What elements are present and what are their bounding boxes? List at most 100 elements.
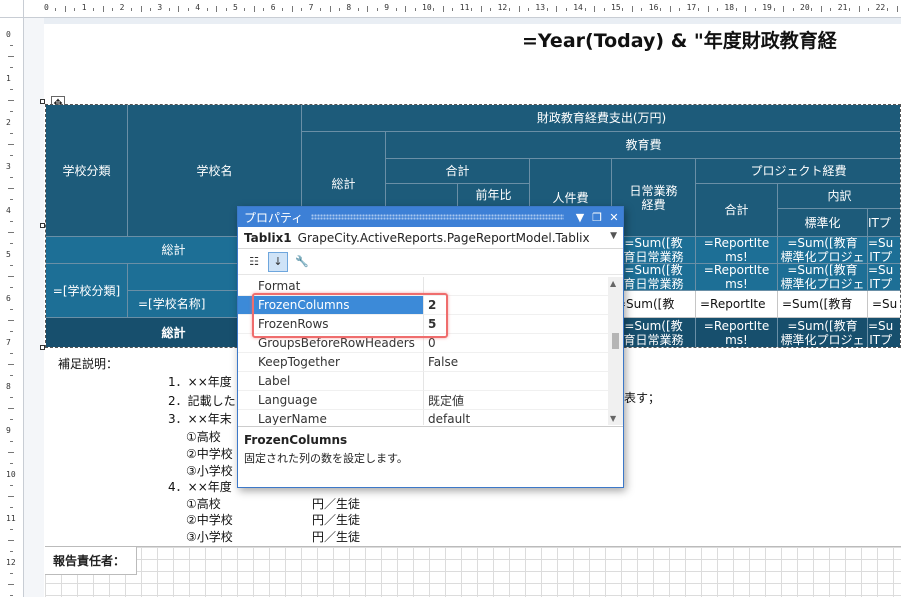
properties-toolbar: ☷ ↓ 🔧 — [238, 249, 623, 275]
detail-project[interactable]: =ReportIte — [696, 291, 778, 318]
property-row[interactable]: FrozenColumns 2 — [238, 296, 610, 315]
notes-line4[interactable]: 4．××年度 — [168, 478, 232, 495]
notes-line4b[interactable]: ②中学校 — [186, 511, 233, 528]
resize-handle[interactable] — [40, 345, 45, 350]
notes-line2-tail[interactable]: 表す； — [624, 389, 660, 406]
property-row[interactable]: LayerName default — [238, 410, 610, 425]
property-name[interactable]: KeepTogether — [238, 353, 424, 372]
ruler-tick — [698, 8, 700, 11]
property-name[interactable]: LayerName — [238, 410, 424, 425]
subtotal-daily[interactable]: =Sum([教 育日常業務 — [612, 264, 696, 291]
property-row[interactable]: Label — [238, 372, 610, 391]
notes-line4b-unit[interactable]: 円／生徒 — [312, 511, 360, 528]
property-value[interactable]: 既定値 — [424, 391, 610, 410]
property-value[interactable]: 0 — [424, 334, 610, 353]
property-description: FrozenColumns 固定された列の数を設定します。 — [238, 426, 623, 487]
alphabetical-sort-icon[interactable]: ↓ — [268, 251, 288, 272]
notes-line4c-unit[interactable]: 円／生徒 — [312, 528, 360, 545]
subtotal-std[interactable]: =Sum([教育 標準化プロジェ — [778, 264, 868, 291]
drag-grip[interactable] — [311, 214, 564, 220]
notes-line3[interactable]: 3．××年末 — [168, 410, 232, 427]
property-row[interactable]: GroupsBeforeRowHeaders 0 — [238, 334, 610, 353]
notes-line2[interactable]: 2．記載した — [168, 392, 236, 409]
property-value[interactable]: 5 — [424, 315, 610, 334]
object-selector[interactable]: Tablix1 GrapeCity.ActiveReports.PageRepo… — [238, 227, 623, 249]
property-value[interactable]: 2 — [424, 296, 610, 315]
notes-line3a[interactable]: ①高校 — [186, 428, 221, 445]
property-value[interactable] — [424, 372, 610, 391]
grand-total-it[interactable]: =Su ITプ — [868, 237, 900, 264]
grand-total-daily[interactable]: =Sum([教 育日常業務 — [612, 237, 696, 264]
ruler-number: 9 — [6, 426, 11, 435]
notes-line4a-unit[interactable]: 円／生徒 — [312, 495, 360, 512]
scroll-thumb[interactable] — [612, 333, 619, 349]
footer-total-it[interactable]: =Su ITプ — [868, 318, 900, 347]
properties-window[interactable]: プロパティ ▼ ❐ ✕ Tablix1 GrapeCity.ActiveRepo… — [237, 206, 624, 488]
subtotal-project[interactable]: =ReportIte ms! — [696, 264, 778, 291]
ruler-tick — [745, 6, 747, 12]
grand-total-std[interactable]: =Sum([教育 標準化プロジェ — [778, 237, 868, 264]
property-name[interactable]: GroupsBeforeRowHeaders — [238, 334, 424, 353]
reporter-label[interactable]: 報告責任者： — [45, 547, 137, 575]
notes-line3c[interactable]: ③小学校 — [186, 462, 233, 479]
ruler-tick — [480, 6, 482, 12]
grand-total-project[interactable]: =ReportIte ms! — [696, 237, 778, 264]
header-finance-total[interactable]: 財政教育経費支出(万円) — [302, 105, 900, 132]
property-row[interactable]: KeepTogether False — [238, 353, 610, 372]
header-breakdown[interactable]: 内訳 — [778, 184, 900, 209]
ruler-tick — [10, 287, 13, 288]
ruler-tick — [8, 584, 14, 585]
wrench-icon[interactable]: 🔧 — [292, 252, 312, 272]
resize-handle[interactable] — [40, 99, 45, 104]
header-project[interactable]: プロジェクト経費 — [696, 159, 900, 184]
scroll-up-icon[interactable]: ▲ — [610, 279, 616, 288]
property-name[interactable]: Format — [238, 277, 424, 296]
notes-line4c[interactable]: ③小学校 — [186, 528, 233, 545]
report-title-textbox[interactable]: =Year(Today) & "年度財政教育経 — [522, 26, 837, 53]
header-edu-expense[interactable]: 教育費 — [386, 132, 900, 159]
resize-handle[interactable] — [40, 223, 45, 228]
properties-titlebar[interactable]: プロパティ ▼ ❐ ✕ — [238, 207, 623, 227]
scroll-down-icon[interactable]: ▼ — [610, 414, 616, 423]
category-field[interactable]: =[学校分類] — [46, 264, 128, 318]
detail-std[interactable]: =Sum([教育 — [778, 291, 868, 318]
property-value[interactable]: default — [424, 410, 610, 425]
notes-line1[interactable]: 1．××年度 — [168, 373, 232, 390]
footer-total-std[interactable]: =Sum([教育 標準化プロジェ — [778, 318, 868, 347]
ruler-tick — [10, 221, 13, 222]
dropdown-arrow-icon[interactable]: ▼ — [572, 209, 588, 225]
header-subtotal[interactable]: 合計 — [386, 159, 530, 184]
ruler-number: 2 — [6, 118, 11, 127]
header-project-total[interactable]: 合計 — [696, 184, 778, 237]
property-scrollbar[interactable]: ▲ ▼ — [608, 277, 623, 425]
close-icon[interactable]: ✕ — [606, 209, 622, 225]
header-standardize[interactable]: 標準化 — [778, 209, 868, 237]
maximize-icon[interactable]: ❐ — [589, 209, 605, 225]
header-school-category[interactable]: 学校分類 — [46, 105, 128, 237]
detail-it[interactable]: =Su — [868, 291, 900, 318]
notes-line4a[interactable]: ①高校 — [186, 495, 221, 512]
footer-total-daily[interactable]: =Sum([教 育日常業務 — [612, 318, 696, 347]
subtotal-it[interactable]: =Su ITプ — [868, 264, 900, 291]
categorized-icon[interactable]: ☷ — [244, 252, 264, 272]
property-value[interactable] — [424, 277, 610, 296]
notes-title[interactable]: 補足説明： — [58, 355, 118, 372]
property-name[interactable]: Language — [238, 391, 424, 410]
detail-daily[interactable]: =Sum([教 — [612, 291, 696, 318]
notes-line3b[interactable]: ②中学校 — [186, 445, 233, 462]
property-name[interactable]: Label — [238, 372, 424, 391]
ruler-tick — [594, 6, 596, 12]
property-grid[interactable]: Format FrozenColumns 2 FrozenRows 5 GroupsBef… — [238, 277, 610, 425]
property-row[interactable]: Format — [238, 277, 610, 296]
property-row[interactable]: Language 既定値 — [238, 391, 610, 410]
property-row[interactable]: FrozenRows 5 — [238, 315, 610, 334]
footer-total-project[interactable]: =ReportIte ms! — [696, 318, 778, 347]
property-name[interactable]: FrozenRows — [238, 315, 424, 334]
page-footer-grid[interactable]: 報告責任者： — [45, 546, 901, 597]
header-daily-ops[interactable]: 日常業務 経費 — [612, 159, 696, 237]
property-name[interactable]: FrozenColumns — [238, 296, 424, 315]
chevron-down-icon[interactable]: ▼ — [610, 231, 617, 241]
object-name: Tablix1 — [244, 230, 292, 245]
property-value[interactable]: False — [424, 353, 610, 372]
header-it[interactable]: ITプ — [868, 209, 900, 237]
